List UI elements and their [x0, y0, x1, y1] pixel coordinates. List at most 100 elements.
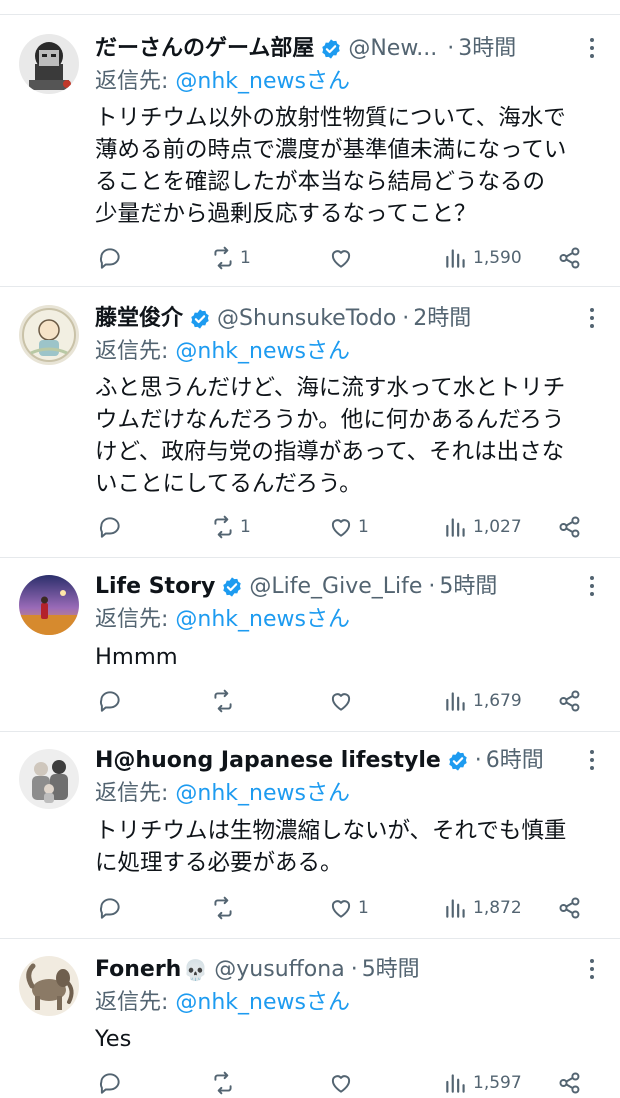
tweet[interactable]: だーさんのゲーム部屋 @New... · 3時間 返信先: @nhk_newsさ…	[0, 14, 620, 286]
tweet-text-line: けど、政府与党の指導があって、それは出さな	[95, 439, 565, 465]
tweet-text-line: ウムだけなんだろうか。他に何かあるんだろう	[95, 407, 565, 433]
verified-badge-icon	[447, 750, 469, 772]
share-button[interactable]	[557, 686, 583, 716]
timestamp[interactable]: 5時間	[439, 571, 497, 603]
views-button[interactable]: 1,027	[443, 512, 522, 542]
verified-badge-icon	[221, 576, 243, 598]
retweet-count: 1	[240, 248, 251, 268]
reply-icon	[100, 1073, 120, 1094]
timestamp[interactable]: 2時間	[413, 303, 471, 335]
tweet[interactable]: Fonerh 💀 @yusuffona · 5時間 返信先: @nhk_news…	[0, 938, 620, 1098]
heart-icon	[331, 250, 351, 268]
tweet-text-line: トリチウムは生物濃縮しないが、それでも慎重	[95, 818, 567, 844]
like-button[interactable]	[328, 1068, 358, 1098]
verified-badge-icon	[320, 38, 342, 60]
views-button[interactable]: 1,872	[443, 893, 522, 923]
retweet-button[interactable]	[210, 893, 240, 923]
tweet-text: ふと思うんだけど、海に流す水って水とトリチ ウムだけなんだろうか。他に何かあるん…	[95, 372, 605, 500]
share-button[interactable]	[557, 243, 583, 273]
separator-dot: ·	[474, 748, 482, 773]
reply-button[interactable]	[97, 512, 123, 542]
more-vertical-icon[interactable]	[588, 37, 596, 59]
avatar[interactable]	[19, 956, 79, 1016]
tweet-text-line: Hmmm	[95, 644, 178, 670]
like-button[interactable]: 1	[328, 893, 369, 923]
display-name[interactable]: 藤堂俊介	[95, 303, 183, 335]
timestamp[interactable]: 3時間	[458, 33, 516, 65]
reply-mention-link[interactable]: @nhk_newsさん	[175, 990, 350, 1015]
display-name[interactable]: だーさんのゲーム部屋	[95, 33, 314, 65]
retweet-button[interactable]: 1	[210, 243, 251, 273]
tweet-text-line: いことにしてるんだろう。	[95, 471, 362, 497]
tweet-actions: 1 1,590	[95, 243, 590, 273]
views-chart-icon	[446, 1074, 465, 1093]
reply-button[interactable]	[97, 893, 123, 923]
reply-mention-link[interactable]: @nhk_newsさん	[175, 339, 350, 364]
views-button[interactable]: 1,590	[443, 243, 522, 273]
timestamp[interactable]: 6時間	[486, 745, 544, 777]
reply-mention-link[interactable]: @nhk_newsさん	[175, 781, 350, 806]
reply-button[interactable]	[97, 1068, 123, 1098]
like-button[interactable]	[328, 243, 358, 273]
tweet-text: Yes	[95, 1023, 605, 1055]
reply-button[interactable]	[97, 686, 123, 716]
share-icon	[559, 690, 580, 712]
tweet-actions: 1,679	[95, 686, 590, 716]
share-button[interactable]	[557, 512, 583, 542]
user-handle[interactable]: @Life_Give_Life	[249, 571, 422, 603]
more-vertical-icon[interactable]	[588, 958, 596, 980]
reply-button[interactable]	[97, 243, 123, 273]
tweet[interactable]: Life Story @Life_Give_Life · 5時間 返信先: @n…	[0, 557, 620, 731]
more-vertical-icon[interactable]	[588, 575, 596, 597]
reply-icon	[100, 691, 120, 712]
retweet-icon	[214, 689, 232, 713]
share-button[interactable]	[557, 1068, 583, 1098]
reply-icon	[100, 898, 120, 919]
avatar[interactable]	[19, 305, 79, 365]
tweet-actions: 1,597	[95, 1068, 590, 1098]
display-name[interactable]: Life Story	[95, 571, 215, 603]
tweet[interactable]: 藤堂俊介 @ShunsukeTodo · 2時間 返信先: @nhk_newsさ…	[0, 286, 620, 557]
views-button[interactable]: 1,679	[443, 686, 522, 716]
views-chart-icon	[446, 249, 465, 268]
retweet-button[interactable]: 1	[210, 512, 251, 542]
reply-mention-link[interactable]: @nhk_newsさん	[175, 607, 350, 632]
views-chart-icon	[446, 899, 465, 918]
heart-icon	[331, 900, 351, 918]
reply-context: 返信先: @nhk_newsさん	[95, 778, 350, 810]
tweet-text: Hmmm	[95, 641, 605, 673]
views-count: 1,027	[473, 517, 522, 537]
share-button[interactable]	[557, 893, 583, 923]
avatar[interactable]	[19, 749, 79, 809]
skull-emoji-icon: 💀	[183, 958, 209, 982]
reply-context: 返信先: @nhk_newsさん	[95, 66, 350, 98]
tweet-text-line: ることを確認したが本当なら結局どうなるの	[95, 169, 546, 195]
separator-dot: ·	[350, 957, 358, 982]
more-vertical-icon[interactable]	[588, 307, 596, 329]
user-handle[interactable]: @New...	[348, 33, 437, 65]
tweet[interactable]: H@huong Japanese lifestyle · 6時間 返信先: @n…	[0, 731, 620, 938]
retweet-button[interactable]	[210, 1068, 240, 1098]
views-button[interactable]: 1,597	[443, 1068, 522, 1098]
timestamp[interactable]: 5時間	[362, 954, 420, 986]
reply-prefix: 返信先:	[95, 339, 176, 364]
tweet-text-line: 少量だから過剰反応するなってこと？	[95, 201, 477, 227]
retweet-icon	[214, 896, 232, 920]
avatar[interactable]	[19, 575, 79, 635]
retweet-icon	[214, 515, 232, 539]
views-count: 1,590	[473, 248, 522, 268]
avatar[interactable]	[19, 34, 79, 94]
display-name[interactable]: H@huong Japanese lifestyle	[95, 745, 441, 777]
like-button[interactable]: 1	[328, 512, 369, 542]
display-name[interactable]: Fonerh	[95, 954, 181, 986]
more-vertical-icon[interactable]	[588, 749, 596, 771]
user-handle[interactable]: @yusuffona	[214, 954, 344, 986]
reply-prefix: 返信先:	[95, 607, 176, 632]
reply-feed: だーさんのゲーム部屋 @New... · 3時間 返信先: @nhk_newsさ…	[0, 0, 620, 1098]
retweet-button[interactable]	[210, 686, 240, 716]
reply-mention-link[interactable]: @nhk_newsさん	[175, 69, 350, 94]
user-handle[interactable]: @ShunsukeTodo	[217, 303, 396, 335]
like-button[interactable]	[328, 686, 358, 716]
separator-dot: ·	[447, 36, 455, 61]
verified-badge-icon	[189, 308, 211, 330]
